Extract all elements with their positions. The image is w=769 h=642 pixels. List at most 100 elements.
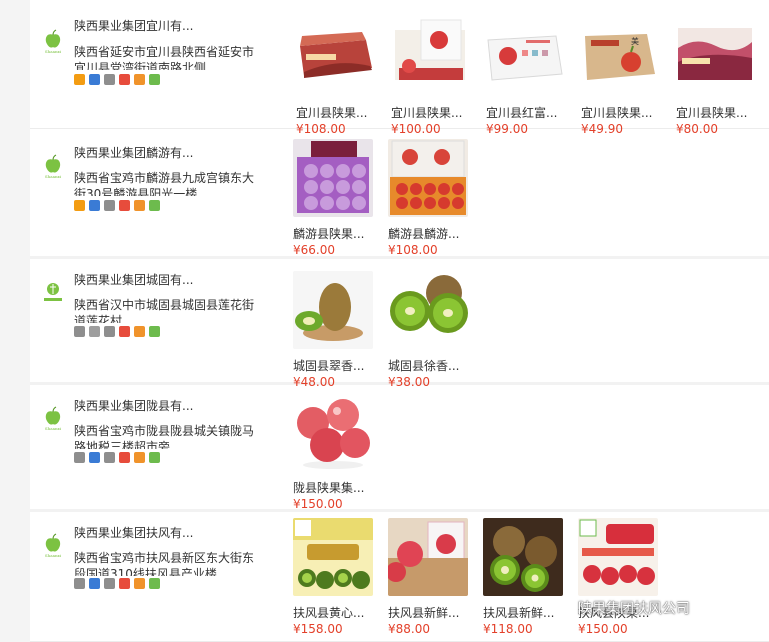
store-row: Shaanxi 陕西果业集团扶风有... 陕西省宝鸡市扶风县新区东大街东段国道3… bbox=[30, 512, 769, 642]
product-name[interactable]: 扶风县新鲜... bbox=[388, 606, 468, 620]
user-badge-icon bbox=[89, 578, 100, 589]
hand-badge-icon bbox=[134, 200, 145, 211]
store-row: Shaanxi 陕西果业集团陇县有... 陕西省宝鸡市陇县陇县城关镇陇马路地税三… bbox=[30, 385, 769, 512]
product-card[interactable]: 扶风县陕果... ¥150.00 bbox=[578, 518, 658, 636]
product-name[interactable]: 陇县陕果集... bbox=[293, 481, 373, 495]
store-badges bbox=[74, 74, 160, 85]
kiwi-halves-image bbox=[388, 271, 468, 349]
apple-pink-box-image bbox=[386, 518, 468, 596]
product-name[interactable]: 城固县徐香... bbox=[388, 359, 468, 373]
product-name[interactable]: 城固县翠香... bbox=[293, 359, 373, 373]
hand-badge-icon bbox=[134, 326, 145, 337]
wechat-channel-icon bbox=[556, 599, 574, 617]
shop-badge-icon bbox=[119, 200, 130, 211]
apple-gift-box-image bbox=[391, 18, 471, 96]
product-name[interactable]: 宜川县红富... bbox=[486, 106, 566, 120]
product-name[interactable]: 宜川县陕果... bbox=[676, 106, 756, 120]
crown-badge-icon bbox=[74, 578, 85, 589]
apple-fufeng-box-image bbox=[578, 518, 658, 596]
apple-landscape-box-image bbox=[676, 18, 756, 96]
product-card[interactable]: 宜川县红富... ¥99.00 bbox=[486, 18, 566, 136]
apple-logo-icon[interactable]: Shaanxi bbox=[40, 405, 66, 431]
product-name[interactable]: 宜川县陕果... bbox=[581, 106, 661, 120]
kiwi-cut-image bbox=[483, 518, 563, 596]
store-badges bbox=[74, 452, 160, 463]
watermark: 陕果集团扶风公司 bbox=[556, 598, 690, 618]
id-badge-icon bbox=[104, 200, 115, 211]
store-address: 陕西省宝鸡市扶风县新区东大街东段国道310线扶风县产业楼 bbox=[74, 551, 255, 576]
shield-badge-icon bbox=[149, 326, 160, 337]
product-card[interactable]: 城固县翠香... ¥48.00 bbox=[293, 271, 373, 389]
svg-text:Shaanxi: Shaanxi bbox=[45, 426, 62, 431]
store-address: 陕西省汉中市城固县城固县莲花街道莲花村 bbox=[74, 298, 255, 323]
apple-logo-icon[interactable]: Shaanxi bbox=[40, 532, 66, 558]
svg-text:Shaanxi: Shaanxi bbox=[45, 174, 62, 179]
product-card[interactable]: 城固县徐香... ¥38.00 bbox=[388, 271, 468, 389]
citrus-logo-icon[interactable] bbox=[40, 279, 66, 305]
product-card[interactable]: 陇县陕果集... ¥150.00 bbox=[293, 393, 373, 511]
apple-logo-icon[interactable]: Shaanxi bbox=[40, 153, 66, 179]
product-price: ¥158.00 bbox=[293, 622, 343, 636]
product-name[interactable]: 扶风县黄心... bbox=[293, 606, 373, 620]
product-card[interactable]: 扶风县新鲜... ¥88.00 bbox=[386, 518, 468, 636]
apple-box-red-image bbox=[296, 18, 376, 96]
kiwi-gift-box-image bbox=[293, 518, 373, 596]
hand-badge-icon bbox=[134, 578, 145, 589]
store-badges bbox=[74, 200, 160, 211]
apple-kraft-box-image: 美 bbox=[581, 18, 661, 96]
product-card[interactable]: 宜川县陕果... ¥108.00 bbox=[296, 18, 376, 136]
product-card[interactable]: 扶风县黄心... ¥158.00 bbox=[293, 518, 373, 636]
product-card[interactable]: 扶风县新鲜... ¥118.00 bbox=[483, 518, 563, 636]
apple-purple-box-image bbox=[293, 139, 373, 217]
store-address: 陕西省延安市宜川县陕西省延安市宜川县党湾街道南路北侧 bbox=[74, 45, 255, 70]
store-row: Shaanxi 陕西果业集团麟游有... 陕西省宝鸡市麟游县九成宫镇东大街30号… bbox=[30, 129, 769, 259]
product-price: ¥118.00 bbox=[483, 622, 533, 636]
shield-badge-icon bbox=[149, 200, 160, 211]
product-name[interactable]: 扶风县新鲜... bbox=[483, 606, 563, 620]
store-name[interactable]: 陕西果业集团扶风有... bbox=[74, 526, 214, 540]
store-address: 陕西省宝鸡市陇县陇县城关镇陇马路地税三楼超市旁 bbox=[74, 424, 255, 449]
store-name[interactable]: 陕西果业集团城固有... bbox=[74, 273, 214, 287]
product-card[interactable]: 麟游县陕果... ¥66.00 bbox=[293, 139, 373, 257]
user-badge-icon bbox=[89, 326, 100, 337]
crown-badge-icon bbox=[74, 326, 85, 337]
svg-text:美: 美 bbox=[631, 36, 639, 46]
svg-text:Shaanxi: Shaanxi bbox=[45, 49, 62, 54]
store-name[interactable]: 陕西果业集团麟游有... bbox=[74, 146, 214, 160]
store-badges bbox=[74, 578, 160, 589]
store-list: Shaanxi 陕西果业集团宜川有... 陕西省延安市宜川县陕西省延安市宜川县党… bbox=[30, 0, 769, 642]
apple-logo-icon[interactable]: Shaanxi bbox=[40, 28, 66, 54]
user-badge-icon bbox=[89, 452, 100, 463]
product-name[interactable]: 宜川县陕果... bbox=[391, 106, 471, 120]
shield-badge-icon bbox=[149, 452, 160, 463]
watermark-text: 陕果集团扶风公司 bbox=[578, 601, 690, 617]
product-name[interactable]: 宜川县陕果... bbox=[296, 106, 376, 120]
store-badges bbox=[74, 326, 160, 337]
svg-text:Shaanxi: Shaanxi bbox=[45, 553, 62, 558]
id-badge-icon bbox=[104, 326, 115, 337]
product-card[interactable]: 宜川县陕果... ¥100.00 bbox=[391, 18, 471, 136]
hand-badge-icon bbox=[134, 452, 145, 463]
crown-badge-icon bbox=[74, 200, 85, 211]
store-name[interactable]: 陕西果业集团宜川有... bbox=[74, 19, 214, 33]
product-price: ¥150.00 bbox=[578, 622, 628, 636]
product-card[interactable]: 美 宜川县陕果... ¥49.90 bbox=[581, 18, 661, 136]
shop-badge-icon bbox=[119, 578, 130, 589]
product-card[interactable]: 麟游县麟游... ¥108.00 bbox=[388, 139, 468, 257]
store-name[interactable]: 陕西果业集团陇县有... bbox=[74, 399, 214, 413]
id-badge-icon bbox=[104, 74, 115, 85]
shop-badge-icon bbox=[119, 74, 130, 85]
store-row: 陕西果业集团城固有... 陕西省汉中市城固县城固县莲花街道莲花村 城固县翠香..… bbox=[30, 259, 769, 389]
user-badge-icon bbox=[89, 74, 100, 85]
kiwi-whole-image bbox=[293, 271, 373, 349]
store-address: 陕西省宝鸡市麟游县九成宫镇东大街30号麟游县阳光一楼 bbox=[74, 171, 255, 196]
product-name[interactable]: 麟游县麟游... bbox=[388, 227, 468, 241]
shield-badge-icon bbox=[149, 578, 160, 589]
shop-badge-icon bbox=[119, 452, 130, 463]
product-card[interactable]: 宜川县陕果... ¥80.00 bbox=[676, 18, 756, 136]
shop-badge-icon bbox=[119, 326, 130, 337]
product-price: ¥150.00 bbox=[293, 497, 343, 511]
product-name[interactable]: 麟游县陕果... bbox=[293, 227, 373, 241]
hand-badge-icon bbox=[134, 74, 145, 85]
product-price: ¥88.00 bbox=[388, 622, 430, 636]
